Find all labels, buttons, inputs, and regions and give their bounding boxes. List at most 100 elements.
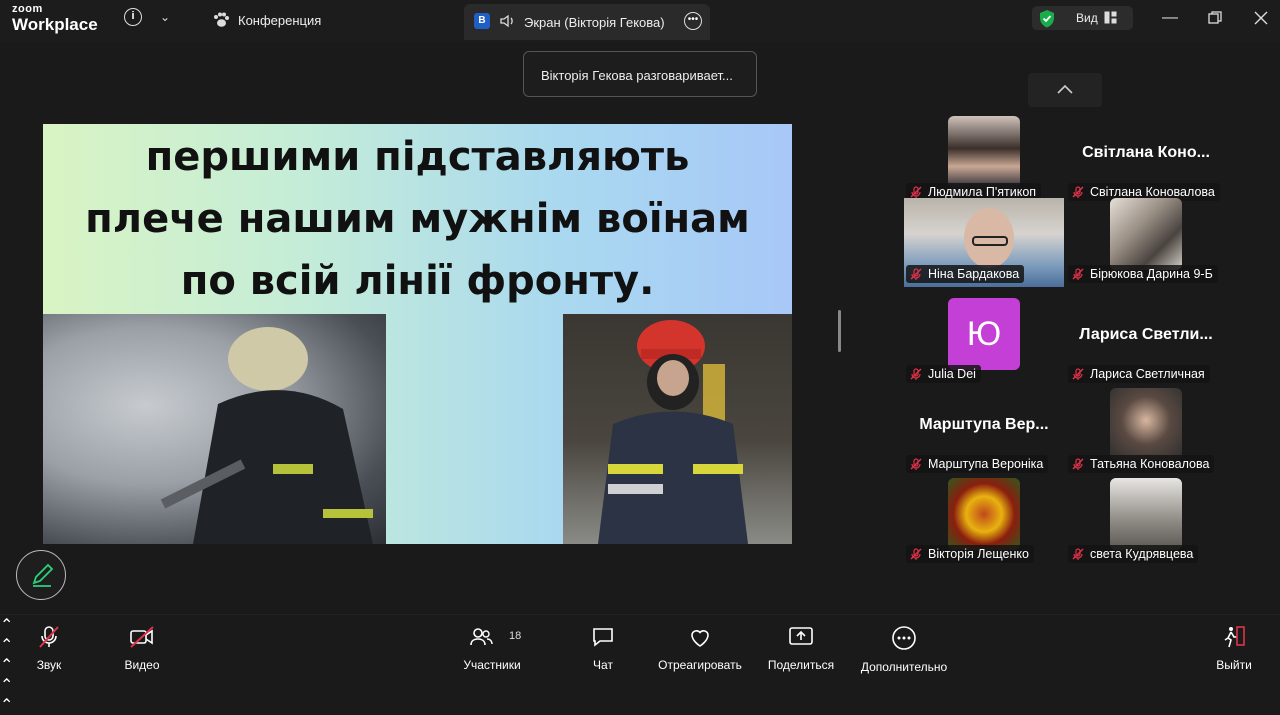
- more-options-icon[interactable]: •••: [684, 12, 702, 30]
- participant-name-label: Ніна Бардакова: [906, 265, 1025, 283]
- video-button[interactable]: Видео: [122, 625, 162, 672]
- mic-muted-icon: [910, 368, 922, 380]
- participant-name-label: Лариса Светличная: [1068, 365, 1210, 383]
- participant-name: Людмила П'ятикоп: [928, 185, 1037, 199]
- slide-line-1: першими підставляють: [145, 134, 690, 180]
- participant-avatar: [948, 478, 1020, 550]
- participant-letter-avatar: Ю: [948, 298, 1020, 370]
- participant-tile[interactable]: Ніна Бардакова: [904, 198, 1064, 287]
- participant-avatar: [1110, 388, 1182, 460]
- more-label: Дополнительно: [860, 660, 948, 674]
- participant-name: Татьяна Коновалова: [1090, 457, 1210, 471]
- participant-name: Julia Dei: [928, 367, 976, 381]
- minimize-icon[interactable]: —: [1162, 9, 1178, 27]
- mic-muted-icon: [1072, 368, 1084, 380]
- participant-name: Марштупа Вероніка: [928, 457, 1044, 471]
- chat-button[interactable]: Чат: [588, 625, 618, 672]
- logo-workplace-text: Workplace: [12, 15, 98, 34]
- participant-tile[interactable]: Людмила П'ятикоп: [904, 116, 1064, 205]
- participant-display-name: Лариса Светли...: [1079, 326, 1213, 343]
- gallery-scroll-up-button[interactable]: [1028, 73, 1102, 107]
- participant-name-label: Бірюкова Дарина 9-Б: [1068, 265, 1218, 283]
- pencil-icon: [32, 563, 54, 587]
- firefighter-photo-right: [563, 314, 792, 544]
- participant-avatar: [1110, 478, 1182, 550]
- participant-avatar: [1110, 198, 1182, 270]
- participants-count: 18: [509, 630, 522, 642]
- audio-options-chevron[interactable]: ⌃: [0, 615, 1280, 635]
- participant-tile[interactable]: Вікторія Лещенко: [904, 478, 1064, 567]
- more-button[interactable]: Дополнительно: [857, 625, 951, 674]
- shared-screen-slide: першими підставляють плече нашим мужнім …: [43, 124, 792, 544]
- participant-name-label: Марштупа Вероніка: [906, 455, 1049, 473]
- share-screen-icon: [789, 627, 813, 645]
- participants-label: Участники: [463, 658, 521, 672]
- share-avatar-badge: B: [474, 13, 490, 29]
- shield-check-icon: [1040, 10, 1054, 28]
- participant-name: Ніна Бардакова: [928, 267, 1020, 281]
- meeting-title[interactable]: Конференция: [212, 12, 321, 28]
- view-button[interactable]: Вид: [1032, 6, 1133, 30]
- mic-muted-icon: [910, 458, 922, 470]
- participants-options-chevron[interactable]: ⌃: [0, 655, 1280, 675]
- chat-options-chevron[interactable]: ⌃: [0, 675, 1280, 695]
- react-options-chevron[interactable]: ⌃: [0, 695, 1280, 715]
- video-options-chevron[interactable]: ⌃: [0, 635, 1280, 655]
- grid-view-icon: [1104, 11, 1117, 24]
- meeting-title-label: Конференция: [238, 12, 322, 28]
- participant-tile[interactable]: Світлана Коно... Світлана Коновалова: [1066, 116, 1226, 205]
- more-icon: [892, 626, 916, 650]
- leave-label: Выйти: [1216, 658, 1252, 672]
- mic-muted-icon: [1072, 268, 1084, 280]
- react-button[interactable]: Отреагировать: [655, 625, 745, 672]
- firefighter-photo-left: [43, 314, 386, 544]
- mic-muted-icon: [39, 626, 59, 648]
- participant-tile[interactable]: Ю Julia Dei: [904, 298, 1064, 387]
- chevron-down-icon[interactable]: ⌄: [160, 10, 170, 24]
- participant-name-label: Julia Dei: [906, 365, 981, 383]
- share-label: Поделиться: [767, 658, 835, 672]
- share-button[interactable]: Поделиться: [766, 625, 836, 672]
- mic-muted-icon: [1072, 186, 1084, 198]
- participant-tile[interactable]: Татьяна Коновалова: [1066, 388, 1226, 477]
- info-icon[interactable]: i: [124, 8, 142, 26]
- paw-icon: [214, 12, 229, 27]
- mic-muted-icon: [910, 548, 922, 560]
- participants-icon: [470, 628, 493, 646]
- screen-share-tab[interactable]: B Экран (Вікторія Гекова) •••: [464, 4, 710, 40]
- video-label: Видео: [124, 658, 160, 672]
- participant-tile[interactable]: света Кудрявцева: [1066, 478, 1226, 567]
- mic-muted-icon: [910, 268, 922, 280]
- participant-name-label: света Кудрявцева: [1068, 545, 1199, 563]
- participant-name: Лариса Светличная: [1090, 367, 1205, 381]
- heart-icon: [691, 630, 709, 647]
- participant-tile[interactable]: Бірюкова Дарина 9-Б: [1066, 198, 1226, 287]
- audio-label: Звук: [36, 658, 62, 672]
- react-label: Отреагировать: [658, 658, 742, 672]
- audio-button[interactable]: Звук: [32, 625, 66, 672]
- close-icon[interactable]: [1254, 11, 1268, 25]
- chat-label: Чат: [593, 658, 613, 672]
- participant-display-name: Марштупа Вер...: [919, 416, 1049, 433]
- leave-icon: [1224, 626, 1245, 648]
- participant-tile[interactable]: Марштупа Вер... Марштупа Вероніка: [904, 388, 1064, 477]
- chat-icon: [593, 628, 613, 647]
- view-label: Вид: [1076, 11, 1098, 25]
- participant-tile[interactable]: Лариса Светли... Лариса Светличная: [1066, 298, 1226, 387]
- mic-muted-icon: [910, 186, 922, 198]
- panel-resize-handle[interactable]: [838, 310, 841, 352]
- leave-button[interactable]: Выйти: [1214, 625, 1254, 672]
- participant-name: Бірюкова Дарина 9-Б: [1090, 267, 1213, 281]
- share-tab-label: Экран (Вікторія Гекова): [524, 15, 665, 30]
- annotate-button[interactable]: [16, 550, 66, 600]
- participant-display-name: Світлана Коно...: [1082, 144, 1210, 161]
- restore-icon[interactable]: [1208, 11, 1222, 25]
- participant-name: Вікторія Лещенко: [928, 547, 1029, 561]
- mic-muted-icon: [1072, 458, 1084, 470]
- participant-name-label: Татьяна Коновалова: [1068, 455, 1215, 473]
- participant-avatar: [948, 116, 1020, 188]
- camera-off-icon: [130, 626, 154, 648]
- chevron-up-icon: [1057, 84, 1073, 94]
- participant-name: Світлана Коновалова: [1090, 185, 1215, 199]
- top-bar: zoom Workplace i ⌄ Конференция B Экран (…: [0, 0, 1280, 42]
